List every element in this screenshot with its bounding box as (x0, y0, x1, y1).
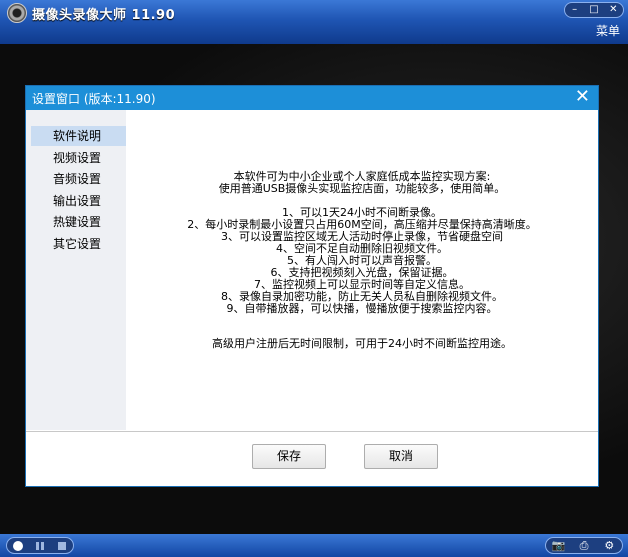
minimize-icon[interactable]: – (568, 4, 582, 16)
sidebar-item-other-settings[interactable]: 其它设置 (31, 234, 126, 254)
pause-icon[interactable] (33, 539, 47, 553)
sidebar-item-output-settings[interactable]: 输出设置 (31, 191, 126, 211)
sidebar-item-software-info[interactable]: 软件说明 (31, 126, 126, 146)
dialog-footer: 保存 取消 (26, 432, 598, 486)
record-icon[interactable] (11, 539, 25, 553)
gear-icon[interactable]: ⚙ (601, 539, 617, 553)
bottom-toolbar: 📷 ⎙ ⚙ (0, 534, 628, 557)
info-line: 高级用户注册后无时间限制，可用于24小时不间断监控用途。 (212, 337, 512, 350)
info-content: 本软件可为中小企业或个人家庭低成本监控实现方案: 使用普通USB摄像头实现监控店… (126, 110, 598, 430)
webcam-logo-icon (7, 3, 27, 23)
sidebar-item-audio-settings[interactable]: 音频设置 (31, 169, 126, 189)
snapshot-icon[interactable]: 📷 (551, 539, 567, 553)
dialog-title: 设置窗口 (版本:11.90) (32, 92, 156, 106)
window-controls: – □ ✕ (564, 2, 624, 18)
menu-button[interactable]: 菜单 (596, 22, 620, 39)
dialog-close-icon[interactable]: ✕ (575, 87, 590, 107)
settings-dialog: 设置窗口 (版本:11.90) ✕ 软件说明 视频设置 音频设置 输出设置 热键… (25, 85, 599, 487)
maximize-icon[interactable]: □ (587, 4, 601, 16)
close-icon[interactable]: ✕ (606, 4, 620, 16)
settings-sidebar: 软件说明 视频设置 音频设置 输出设置 热键设置 其它设置 (26, 110, 126, 430)
info-line: 9、自带播放器，可以快播，慢播放便于搜索监控内容。 (226, 302, 498, 315)
app-title: 摄像头录像大师 11.90 (32, 8, 176, 23)
info-line: 使用普通USB摄像头实现监控店面，功能较多，使用简单。 (218, 182, 506, 195)
export-icon[interactable]: ⎙ (576, 539, 592, 553)
app-titlebar: 摄像头录像大师 11.90 – □ ✕ 菜单 (0, 0, 628, 44)
sidebar-item-hotkey-settings[interactable]: 热键设置 (31, 212, 126, 232)
cancel-button[interactable]: 取消 (364, 444, 438, 469)
playback-controls (6, 537, 74, 554)
stop-icon[interactable] (55, 539, 69, 553)
dialog-titlebar: 设置窗口 (版本:11.90) ✕ (26, 86, 598, 110)
tool-controls: 📷 ⎙ ⚙ (545, 537, 623, 554)
sidebar-item-video-settings[interactable]: 视频设置 (31, 148, 126, 168)
save-button[interactable]: 保存 (252, 444, 326, 469)
